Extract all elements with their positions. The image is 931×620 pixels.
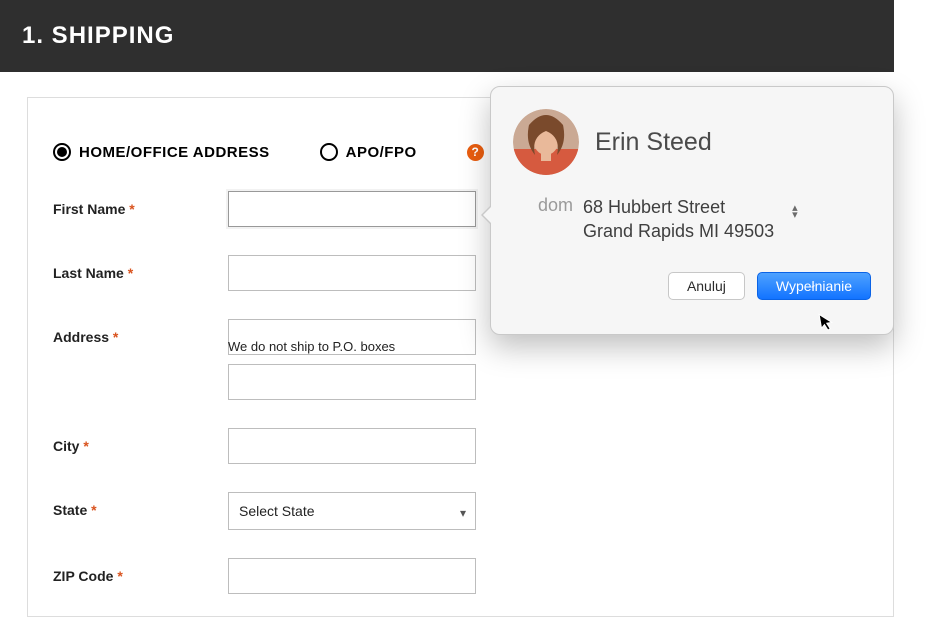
contact-name: Erin Steed [595,128,712,157]
updown-chevron-icon[interactable]: ▴▾ [792,205,798,219]
last-name-input[interactable] [228,255,476,291]
required-marker: * [113,329,118,345]
popover-button-row: Anuluj Wypełnianie [513,272,871,300]
label-text: Address [53,329,109,345]
address-tag: dom [518,195,573,216]
label-text: City [53,438,79,454]
last-name-label: Last Name * [53,255,228,281]
radio-icon [53,143,71,161]
address2-label [53,364,228,374]
chevron-down-icon: ▾ [460,506,466,520]
radio-label: APO/FPO [346,144,417,161]
zip-label: ZIP Code * [53,558,228,584]
required-marker: * [117,568,122,584]
fill-button[interactable]: Wypełnianie [757,272,871,300]
required-marker: * [83,438,88,454]
radio-icon [320,143,338,161]
radio-label: HOME/OFFICE ADDRESS [79,144,270,161]
state-label: State * [53,492,228,518]
radio-home-office[interactable]: HOME/OFFICE ADDRESS [53,143,270,161]
required-marker: * [128,265,133,281]
address-text: 68 Hubbert Street Grand Rapids MI 49503 [583,195,774,244]
state-select[interactable]: Select State ▾ [228,492,476,530]
state-select-value: Select State [228,492,476,530]
address-line-1: 68 Hubbert Street [583,195,774,219]
cancel-button[interactable]: Anuluj [668,272,745,300]
state-row: State * Select State ▾ [53,492,868,530]
address-label: Address * [53,319,228,345]
autofill-contact-popover: Erin Steed dom 68 Hubbert Street Grand R… [490,86,894,335]
label-text: First Name [53,201,125,217]
checkout-step-header: 1. SHIPPING [0,0,894,72]
address-helper-text: We do not ship to P.O. boxes [228,339,868,354]
first-name-input[interactable] [228,191,476,227]
contact-address-row[interactable]: dom 68 Hubbert Street Grand Rapids MI 49… [518,195,871,244]
help-icon[interactable]: ? [467,144,484,161]
address-line2-input[interactable] [228,364,476,400]
city-input[interactable] [228,428,476,464]
radio-apo-fpo[interactable]: APO/FPO [320,143,417,161]
address-line-2: Grand Rapids MI 49503 [583,219,774,243]
city-label: City * [53,428,228,454]
label-text: State [53,502,87,518]
required-marker: * [91,502,96,518]
city-row: City * [53,428,868,464]
label-text: ZIP Code [53,568,113,584]
zip-row: ZIP Code * [53,558,868,594]
first-name-label: First Name * [53,191,228,217]
contact-header: Erin Steed [513,109,871,175]
avatar [513,109,579,175]
address2-row [53,364,868,400]
label-text: Last Name [53,265,124,281]
zip-input[interactable] [228,558,476,594]
required-marker: * [129,201,134,217]
page-title: 1. SHIPPING [22,22,174,50]
